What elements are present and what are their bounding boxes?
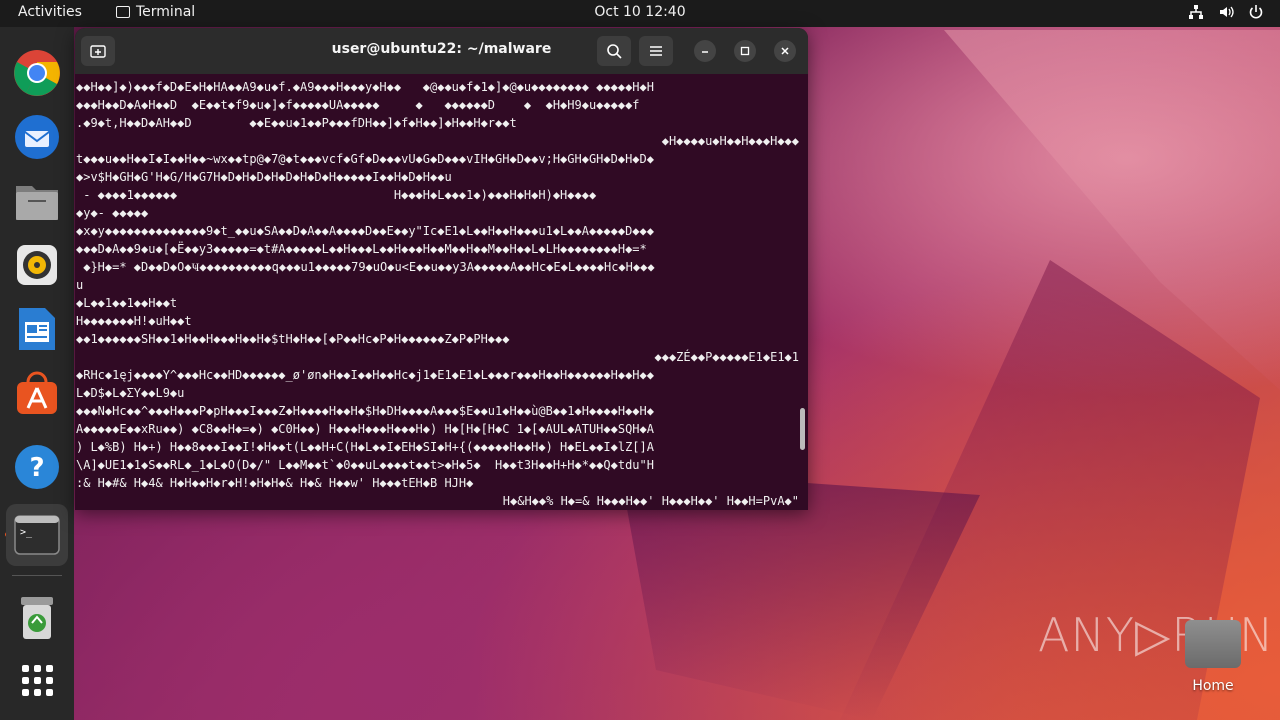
- chrome-icon: [14, 50, 60, 96]
- terminal-line: ) L◆%B) H◆+) H◆◆8◆◆◆I◆◆I!◆H◆◆t(L◆◆H+C(H◆…: [76, 440, 654, 454]
- apps-grid-icon: [21, 664, 53, 696]
- terminal-line: ◆◆◆H◆◆D◆A◆H◆◆D ◆E◆◆t◆f9◆u◆]◆f◆◆◆◆◆UA◆◆◆◆…: [76, 98, 640, 112]
- dock-item-writer[interactable]: [11, 303, 63, 355]
- terminal-line: ◆x◆y◆◆◆◆◆◆◆◆◆◆◆◆◆◆9◆t_◆◆u◆SA◆◆D◆A◆◆A◆◆◆◆…: [76, 224, 654, 238]
- dock-item-thunderbird[interactable]: [11, 111, 63, 163]
- scrollbar[interactable]: [800, 408, 805, 450]
- help-icon: ?: [15, 445, 59, 489]
- maximize-icon: [740, 46, 750, 56]
- minimize-icon: [702, 51, 708, 53]
- home-folder-label[interactable]: Home: [1173, 678, 1253, 694]
- volume-icon: [1220, 6, 1234, 18]
- menu-button[interactable]: [639, 36, 673, 66]
- terminal-line: ◆}H◆=* ◆D◆◆D◆O◆Ҹ◆◆◆◆◆◆◆◆◆◆q◆◆◆u1◆◆◆◆◆79◆…: [76, 260, 655, 274]
- clock[interactable]: Oct 10 12:40: [594, 4, 685, 20]
- search-icon: [607, 44, 622, 59]
- terminal-line: ◆◆◆N◆Hc◆◆^◆◆◆H◆◆◆P◆pH◆◆◆I◆◆◆Z◆H◆◆◆◆H◆◆H◆…: [76, 404, 654, 418]
- terminal-line: \A]◆UE1◆1◆S◆◆RL◆_1◆L◆O(D◆/" L◆◆M◆◆t`◆0◆◆…: [76, 458, 654, 472]
- dock-item-app-center[interactable]: [11, 367, 63, 419]
- dock-item-trash[interactable]: [11, 592, 63, 644]
- dock-item-chrome[interactable]: [11, 47, 63, 99]
- dock-item-rhythmbox[interactable]: [11, 239, 63, 291]
- dock-item-terminal[interactable]: >_: [6, 504, 68, 566]
- terminal-line: ◆◆1◆◆◆◆◆◆SH◆◆1◆H◆◆H◆◆◆H◆◆H◆$tH◆H◆◆[◆P◆◆H…: [76, 332, 510, 346]
- terminal-line: ◆RHc◆1ęj◆◆◆◆Y^◆◆◆Hc◆◆HD◆◆◆◆◆◆_ø'øn◆H◆◆I◆…: [76, 368, 654, 382]
- dock-item-files[interactable]: [11, 175, 63, 227]
- terminal-line: ◆◆◆ZÉ◆◆P◆◆◆◆◆E1◆E1◆1: [654, 350, 800, 364]
- terminal-line: ◆L◆◆1◆◆1◆◆H◆◆t: [76, 296, 178, 310]
- svg-text:>_: >_: [20, 527, 33, 538]
- thunderbird-icon: [15, 115, 59, 159]
- terminal-line: u: [76, 278, 84, 292]
- trash-icon: [21, 597, 53, 639]
- dock-item-help[interactable]: ?: [11, 441, 63, 493]
- terminal-line: H◆&H◆◆% H◆=& H◆◆◆H◆◆' H◆◆◆H◆◆' H◆◆H=PvA◆…: [502, 494, 799, 508]
- terminal-line: L◆D$◆L◆ΣY◆◆L9◆u: [76, 386, 185, 400]
- terminal-line: ◆y◆- ◆◆◆◆◆: [76, 206, 149, 220]
- terminal-line: - ◆◆◆◆1◆◆◆◆◆◆ H◆◆◆H◆L◆◆◆1◆)◆◆◆H◆H◆H)◆H◆◆…: [76, 188, 597, 202]
- show-apps-button[interactable]: [11, 654, 63, 706]
- search-button[interactable]: [597, 36, 631, 66]
- minimize-button[interactable]: [694, 40, 716, 62]
- rhythmbox-icon: [17, 245, 57, 285]
- terminal-line: A◆◆◆◆◆E◆◆xRu◆◆) ◆C8◆◆H◆=◆) ◆C0H◆◆) H◆◆◆H…: [76, 422, 654, 436]
- libreoffice-writer-icon: [19, 308, 55, 350]
- terminal-line: :& H◆#& H◆4& H◆H◆◆H◆r◆H!◆H◆H◆& H◆& H◆◆w'…: [76, 476, 474, 490]
- hamburger-icon: [650, 46, 662, 56]
- dock-separator: [12, 575, 62, 576]
- dock: ? >_: [0, 27, 74, 720]
- terminal-line: ◆H◆◆◆◆u◆H◆◆H◆◆◆H◆◆◆: [661, 134, 799, 148]
- app-center-icon: [17, 371, 57, 414]
- terminal-window[interactable]: user@ubuntu22: ~/malware ◆◆H◆◆]◆)◆◆◆f◆D◆…: [75, 28, 808, 510]
- terminal-line: ◆◆◆D◆A◆◆9◆u◆[◆Ë◆◆y3◆◆◆◆◆=◆t#A◆◆◆◆◆L◆◆H◆◆…: [76, 242, 647, 256]
- system-tray[interactable]: [1188, 4, 1264, 20]
- terminal-line: H◆◆◆◆◆◆◆H!◆uH◆◆t: [76, 314, 192, 328]
- close-button[interactable]: [774, 40, 796, 62]
- svg-text:?: ?: [29, 453, 44, 483]
- close-icon: [781, 47, 789, 55]
- terminal-line: .◆9◆t,H◆◆D◆AH◆◆D ◆◆E◆◆u◆1◆◆P◆◆◆fDH◆◆]◆f◆…: [76, 116, 517, 130]
- files-icon: [16, 186, 58, 220]
- terminal-line: t◆◆◆u◆◆H◆◆I◆I◆◆H◆◆~wx◆◆tp@◆7@◆t◆◆◆vcf◆Gf…: [76, 152, 654, 166]
- terminal-line: ◆◆H◆◆]◆)◆◆◆f◆D◆E◆H◆HA◆◆A9◆u◆f.◆A9◆◆◆H◆◆◆…: [76, 80, 654, 94]
- home-folder-icon[interactable]: [1185, 620, 1241, 668]
- network-icon: [1189, 5, 1203, 19]
- terminal-output[interactable]: ◆◆H◆◆]◆)◆◆◆f◆D◆E◆H◆HA◆◆A9◆u◆f.◆A9◆◆◆H◆◆◆…: [75, 74, 799, 510]
- terminal-icon: >_: [14, 515, 60, 555]
- power-icon: [1249, 5, 1263, 19]
- maximize-button[interactable]: [734, 40, 756, 62]
- terminal-line: ◆>v$H◆GH◆G'H◆G/H◆G7H◆D◆H◆D◆H◆D◆H◆D◆H◆◆◆◆…: [76, 170, 452, 184]
- top-bar: Activities Terminal Oct 10 12:40: [0, 0, 1280, 27]
- window-titlebar[interactable]: user@ubuntu22: ~/malware: [75, 28, 808, 74]
